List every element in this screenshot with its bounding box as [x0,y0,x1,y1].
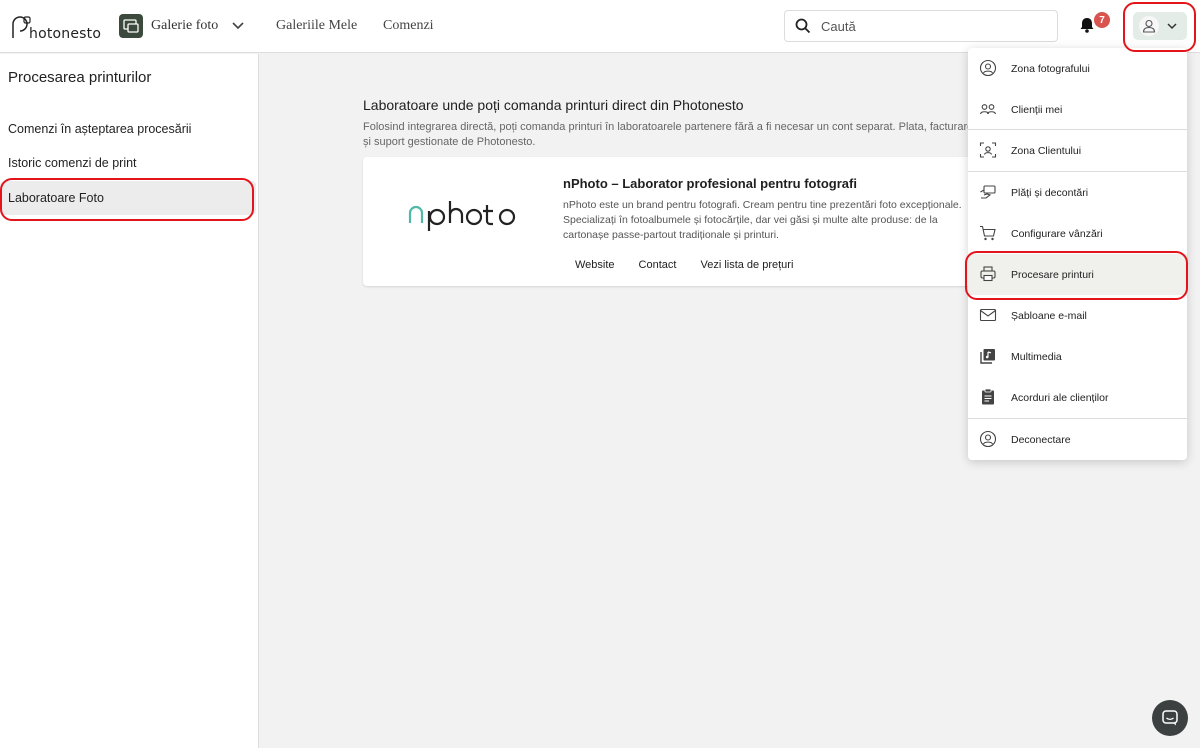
sidebar-title: Procesarea printurilor [8,69,152,86]
menu-item-email-templates[interactable]: Șabloane e-mail [968,295,1187,336]
menu-item-logout[interactable]: Deconectare [968,419,1187,460]
lab-card-description: nPhoto este un brand pentru fotografi. C… [563,199,962,241]
menu-item-client-zone[interactable]: Zona Clientului [968,130,1187,171]
menu-item-client-agreements[interactable]: Acorduri ale clienților [968,377,1187,418]
gallery-switcher-label: Galerie foto [151,18,219,33]
menu-item-label: Configurare vânzări [1011,227,1103,240]
user-avatar-icon [1142,19,1156,33]
user-dropdown-menu: Zona fotografului Clienții mei Zona Clie… [968,48,1187,460]
media-library-icon [980,349,995,364]
lab-card-title: nPhoto – Laborator profesional pentru fo… [563,176,857,191]
logo-text: hotonesto [29,26,102,42]
page-description: Folosind integrarea directă, poți comand… [363,121,980,148]
price-list-button[interactable]: Vezi lista de prețuri [688,255,805,275]
contact-button[interactable]: Contact [627,255,689,275]
sidebar-item-pending-orders[interactable]: Comenzi în așteptarea procesării [0,112,256,146]
menu-item-photographer-zone[interactable]: Zona fotografului [968,48,1187,89]
mail-icon [979,308,997,322]
payment-card-icon [980,185,996,199]
chat-icon [1162,710,1178,726]
chevron-down-icon [232,22,244,30]
user-circle-icon [979,59,997,77]
search-input[interactable] [821,18,1041,34]
chat-launcher-button[interactable] [1152,700,1188,736]
nav-my-galleries[interactable]: Galeriile Mele [276,18,357,34]
menu-item-label: Deconectare [1011,433,1071,446]
nphoto-logo [408,201,516,231]
photonesto-logo[interactable]: hotonesto [10,14,102,42]
sidebar-item-photo-labs[interactable]: Laboratoare Foto [0,181,256,215]
menu-item-label: Procesare printuri [1011,268,1094,281]
lab-card-nphoto: nPhoto – Laborator profesional pentru fo… [363,157,983,286]
users-icon [979,104,997,115]
search-icon[interactable] [795,18,811,34]
menu-item-my-clients[interactable]: Clienții mei [968,89,1187,130]
menu-item-label: Zona Clientului [1011,144,1082,157]
menu-item-label: Clienții mei [1011,103,1063,116]
sidebar-item-print-history[interactable]: Istoric comenzi de print [0,146,256,180]
user-menu-button[interactable] [1133,12,1187,40]
search-box [784,10,1058,42]
logout-user-icon [979,430,997,448]
gallery-icon [119,14,143,38]
notification-badge: 7 [1094,12,1110,28]
lab-card-actions: Website Contact Vezi lista de prețuri [563,255,805,275]
menu-item-sales-config[interactable]: Configurare vânzări [968,213,1187,254]
avatar [1139,16,1159,36]
printer-icon [980,266,996,282]
page-title: Laboratoare unde poți comanda printuri d… [363,97,744,113]
cart-icon [980,225,996,241]
menu-item-label: Plăți și decontări [1011,186,1089,199]
gallery-switcher[interactable]: Galerie foto [119,14,244,38]
menu-item-payments[interactable]: Plăți și decontări [968,172,1187,213]
nav-orders[interactable]: Comenzi [383,18,434,34]
menu-item-label: Acorduri ale clienților [1011,391,1109,404]
face-scan-icon [979,142,997,158]
menu-item-label: Multimedia [1011,350,1062,363]
chevron-down-icon [1167,22,1177,29]
menu-item-label: Zona fotografului [1011,62,1090,75]
top-bar: hotonesto Galerie foto Galeriile Mele Co… [0,0,1200,53]
menu-item-label: Șabloane e-mail [1011,309,1087,322]
menu-item-print-processing[interactable]: Procesare printuri [968,254,1187,295]
clipboard-icon [982,388,994,405]
menu-item-multimedia[interactable]: Multimedia [968,336,1187,377]
website-button[interactable]: Website [563,255,627,275]
sidebar: Procesarea printurilor Comenzi în aștept… [0,54,259,748]
